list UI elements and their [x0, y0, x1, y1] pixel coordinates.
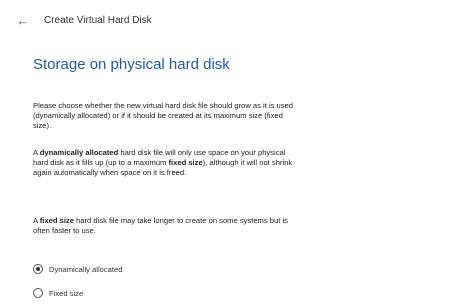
fixed-line-1c: hard disk file may take longer to create…: [73, 216, 288, 225]
intro-paragraph: Please choose whether the new virtual ha…: [33, 101, 293, 130]
dynamic-line-3: again automatically when space on it is …: [33, 167, 187, 177]
radio-label-dynamic: Dynamically allocated: [49, 264, 123, 274]
dynamic-description: A dynamically allocated hard disk file w…: [33, 148, 292, 177]
fixed-term: fixed size: [39, 216, 74, 225]
dynamic-line-1a: A: [33, 148, 40, 157]
header: ← Create Virtual Hard Disk: [14, 10, 152, 30]
dialog-title: Create Virtual Hard Disk: [44, 14, 152, 26]
back-arrow-icon[interactable]: ←: [14, 11, 32, 29]
intro-line-2: (dynamically allocated) or if it should …: [33, 110, 283, 120]
page-heading: Storage on physical hard disk: [33, 56, 230, 73]
dynamic-term: dynamically allocated: [39, 148, 119, 157]
dynamic-line-2c: ), although it will not shrink: [202, 157, 293, 167]
radio-button-fixed[interactable]: [33, 288, 43, 298]
dynamic-line-2a: hard disk as it fills up (up to a maximu…: [33, 157, 169, 167]
fixed-term-inline: fixed size: [168, 157, 203, 167]
radio-fixed-size[interactable]: Fixed size: [33, 288, 83, 298]
radio-dynamically-allocated[interactable]: Dynamically allocated: [33, 264, 122, 274]
intro-line-1: Please choose whether the new virtual ha…: [33, 101, 294, 110]
page-content: Storage on physical hard disk Please cho…: [33, 56, 447, 298]
fixed-line-2: often faster to use.: [33, 225, 96, 235]
radio-label-fixed: Fixed size: [49, 288, 84, 298]
fixed-description: A fixed size hard disk file may take lon…: [33, 216, 288, 236]
radio-button-dynamic[interactable]: [33, 264, 43, 274]
fixed-line-1a: A: [33, 216, 40, 225]
dynamic-line-1c: hard disk file will only use space on yo…: [118, 148, 286, 157]
intro-line-3: size).: [33, 120, 52, 130]
